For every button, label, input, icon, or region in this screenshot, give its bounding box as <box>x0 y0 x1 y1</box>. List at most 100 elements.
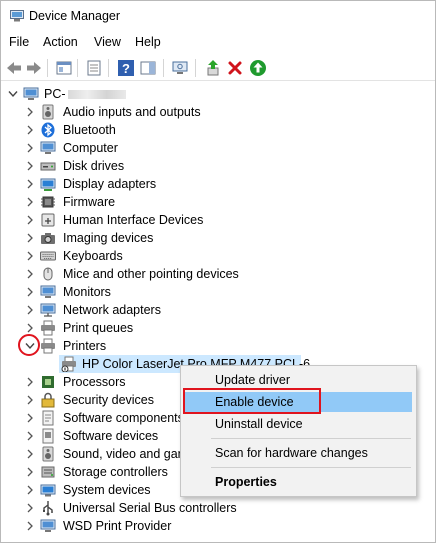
tree-item-label: Security devices <box>63 393 155 407</box>
update-driver-icon[interactable] <box>204 59 222 77</box>
action-pane-icon[interactable] <box>139 59 157 77</box>
chevron-right-icon[interactable] <box>26 323 34 333</box>
printer-icon <box>41 338 55 354</box>
chevron-right-icon[interactable] <box>26 161 34 171</box>
toolbar: ? <box>1 56 435 81</box>
chevron-right-icon[interactable] <box>26 179 34 189</box>
processor-icon <box>42 376 54 388</box>
scan-hardware-icon[interactable] <box>171 59 189 77</box>
menu-help[interactable]: Help <box>135 35 161 49</box>
back-arrow-icon[interactable] <box>5 59 23 77</box>
chevron-right-icon[interactable] <box>26 521 34 531</box>
wsd-print-icon <box>40 519 56 532</box>
chevron-right-icon[interactable] <box>26 197 34 207</box>
tree-item-label: Print queues <box>63 321 134 335</box>
tree-item-display-adapters[interactable]: Display adapters <box>1 175 435 193</box>
tree-root[interactable]: PC- <box>1 85 435 103</box>
software-device-icon <box>42 428 54 444</box>
speaker-icon <box>42 446 54 462</box>
svg-text:?: ? <box>122 61 130 76</box>
chevron-right-icon[interactable] <box>26 107 34 117</box>
tree-item-mice[interactable]: Mice and other pointing devices <box>1 265 435 283</box>
tree-item-usb[interactable]: Universal Serial Bus controllers <box>1 499 435 517</box>
menu-file[interactable]: File <box>9 35 29 49</box>
tree-item-label: WSD Print Provider <box>63 519 172 533</box>
usb-icon <box>43 501 53 516</box>
chevron-right-icon[interactable] <box>26 485 34 495</box>
monitor-icon <box>40 285 56 298</box>
tree-item-label: Computer <box>63 141 118 155</box>
menu-item-update-driver[interactable]: Update driver <box>183 370 412 390</box>
tree-item-keyboards[interactable]: Keyboards <box>1 247 435 265</box>
chevron-right-icon[interactable] <box>26 467 34 477</box>
tree-item-monitors[interactable]: Monitors <box>1 283 435 301</box>
menu-item-uninstall-device[interactable]: Uninstall device <box>183 414 412 434</box>
tree-item-label: Software components <box>63 411 184 425</box>
forward-arrow-icon[interactable] <box>25 59 43 77</box>
speaker-icon <box>42 104 54 120</box>
tree-item-label: Network adapters <box>63 303 161 317</box>
printer-icon <box>41 320 55 336</box>
tree-item-label: Sound, video and gam <box>63 447 189 461</box>
chevron-right-icon[interactable] <box>26 503 34 513</box>
chevron-right-icon[interactable] <box>26 413 34 423</box>
menu-item-properties[interactable]: Properties <box>183 472 412 492</box>
root-label: PC- <box>44 87 66 101</box>
chevron-right-icon[interactable] <box>26 251 34 261</box>
security-device-icon <box>41 392 55 408</box>
storage-controller-icon <box>41 466 55 478</box>
tree-item-imaging[interactable]: Imaging devices <box>1 229 435 247</box>
computer-icon <box>23 87 39 100</box>
chevron-right-icon[interactable] <box>26 287 34 297</box>
device-manager-window: Device Manager File Action View Help ? P… <box>0 0 436 543</box>
help-icon[interactable]: ? <box>117 59 135 77</box>
chevron-right-icon[interactable] <box>26 143 34 153</box>
tree-item-label: Storage controllers <box>63 465 168 479</box>
chevron-right-icon[interactable] <box>26 269 34 279</box>
uninstall-x-icon[interactable] <box>226 59 244 77</box>
network-adapter-icon <box>40 303 56 317</box>
chevron-right-icon[interactable] <box>26 377 34 387</box>
tree-item-label: Processors <box>63 375 126 389</box>
tree-item-bluetooth[interactable]: Bluetooth <box>1 121 435 139</box>
tree-item-print-queues[interactable]: Print queues <box>1 319 435 337</box>
device-manager-icon <box>10 10 24 22</box>
chevron-right-icon[interactable] <box>26 431 34 441</box>
system-devices-icon <box>40 484 56 497</box>
chevron-right-icon[interactable] <box>26 305 34 315</box>
disabled-printer-icon <box>61 356 76 372</box>
display-adapter-icon <box>40 178 56 191</box>
annotation-circle <box>18 334 40 356</box>
menu-separator <box>211 467 411 468</box>
tree-item-label: Monitors <box>63 285 111 299</box>
chevron-right-icon[interactable] <box>26 449 34 459</box>
software-component-icon <box>42 410 54 426</box>
bluetooth-icon <box>41 122 55 138</box>
show-hide-console-tree-icon[interactable] <box>55 59 73 77</box>
chevron-right-icon[interactable] <box>26 233 34 243</box>
chevron-down-icon[interactable] <box>8 90 18 98</box>
enable-device-icon[interactable] <box>249 59 267 77</box>
chevron-right-icon[interactable] <box>26 125 34 135</box>
tree-item-wsd[interactable]: WSD Print Provider <box>1 517 435 535</box>
tree-item-network[interactable]: Network adapters <box>1 301 435 319</box>
tree-item-firmware[interactable]: Firmware <box>1 193 435 211</box>
tree-item-hid[interactable]: Human Interface Devices <box>1 211 435 229</box>
chevron-right-icon[interactable] <box>26 395 34 405</box>
menu-action[interactable]: Action <box>43 35 78 49</box>
toolbar-separator <box>163 59 164 77</box>
camera-icon <box>41 233 55 244</box>
tree-item-printers[interactable]: Printers <box>1 337 435 355</box>
properties-sheet-icon[interactable] <box>85 59 103 77</box>
chevron-right-icon[interactable] <box>26 215 34 225</box>
tree-item-computer[interactable]: Computer <box>1 139 435 157</box>
tree-item-label: Bluetooth <box>63 123 116 137</box>
tree-item-audio[interactable]: Audio inputs and outputs <box>1 103 435 121</box>
tree-item-label: Disk drives <box>63 159 125 173</box>
menu-item-scan-hardware[interactable]: Scan for hardware changes <box>183 443 412 463</box>
tree-item-label: System devices <box>63 483 151 497</box>
tree-item-disk-drives[interactable]: Disk drives <box>1 157 435 175</box>
window-title: Device Manager <box>29 9 121 23</box>
menu-view[interactable]: View <box>94 35 121 49</box>
tree-item-label: Mice and other pointing devices <box>63 267 239 281</box>
